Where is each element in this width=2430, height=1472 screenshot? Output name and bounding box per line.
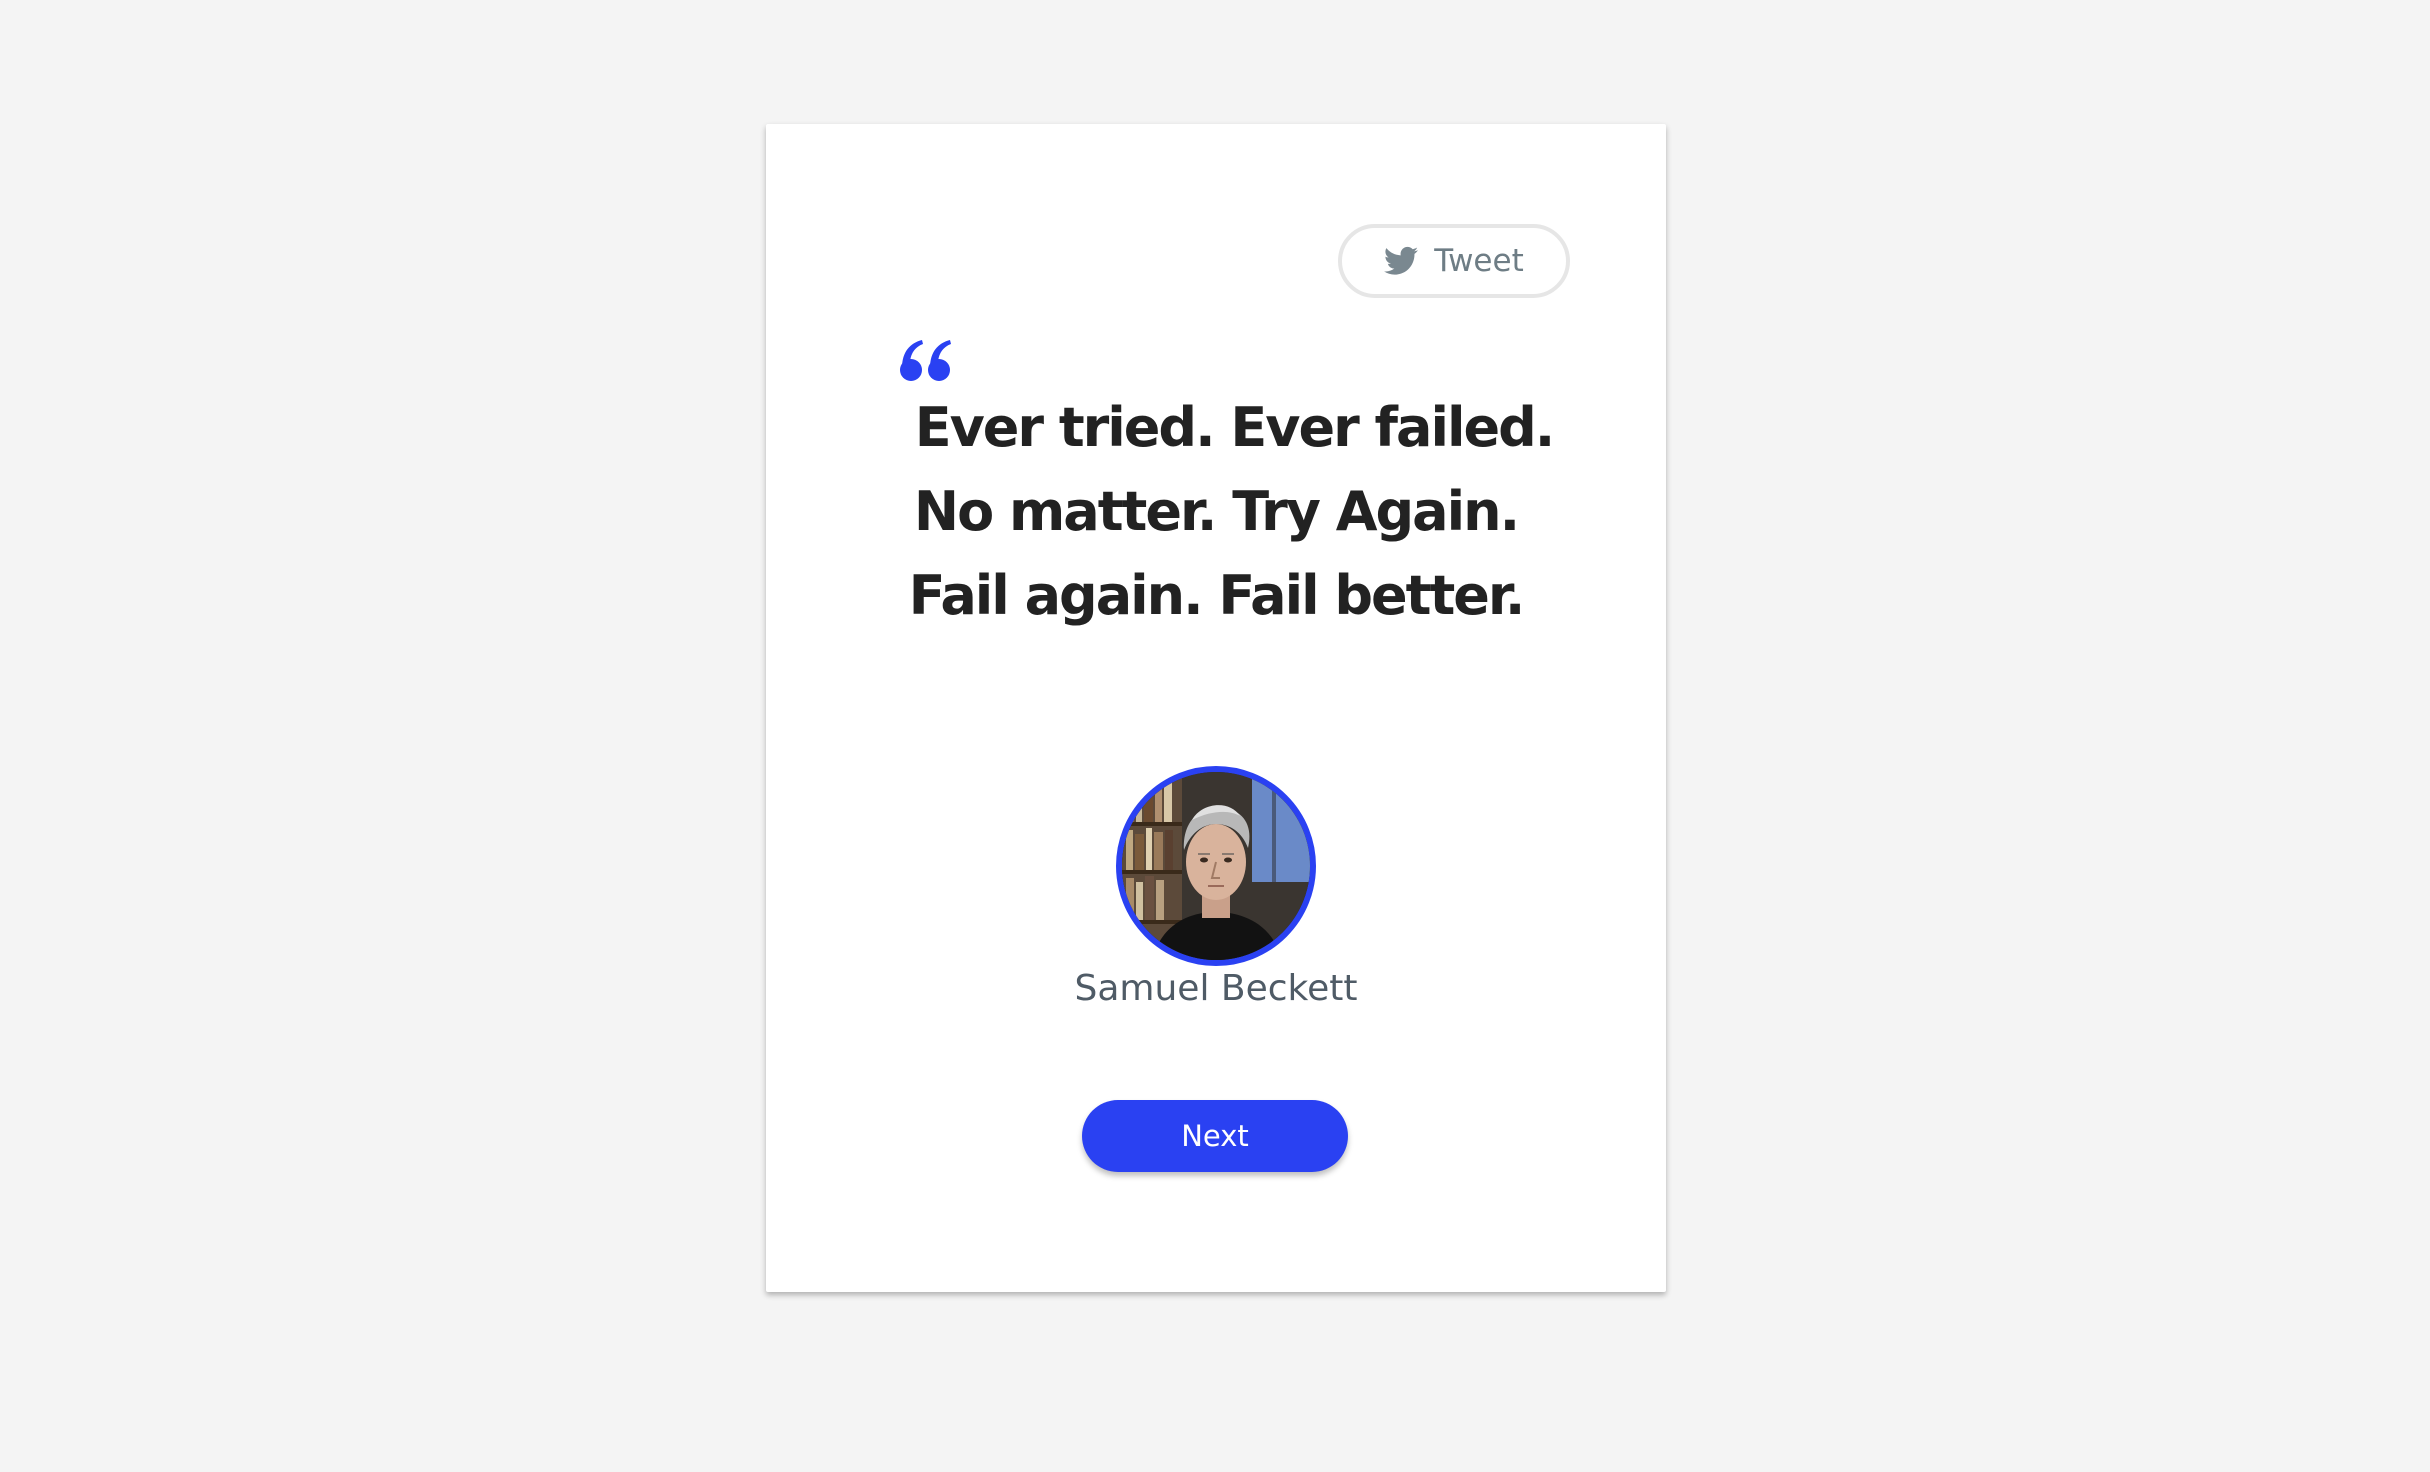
- quote-text: Ever tried. Ever failed. No matter. Try …: [908, 396, 1556, 627]
- author-portrait: [1116, 766, 1316, 966]
- tweet-button[interactable]: Tweet: [1338, 224, 1570, 298]
- tweet-label: Tweet: [1434, 243, 1524, 279]
- quote-card: Tweet Ever tried. Ever failed. No matter…: [766, 124, 1666, 1292]
- twitter-bird-icon: [1384, 246, 1419, 276]
- next-button[interactable]: Next: [1082, 1100, 1348, 1172]
- quote-mark-icon: [898, 338, 954, 384]
- author-name: Samuel Beckett: [1074, 968, 1358, 1009]
